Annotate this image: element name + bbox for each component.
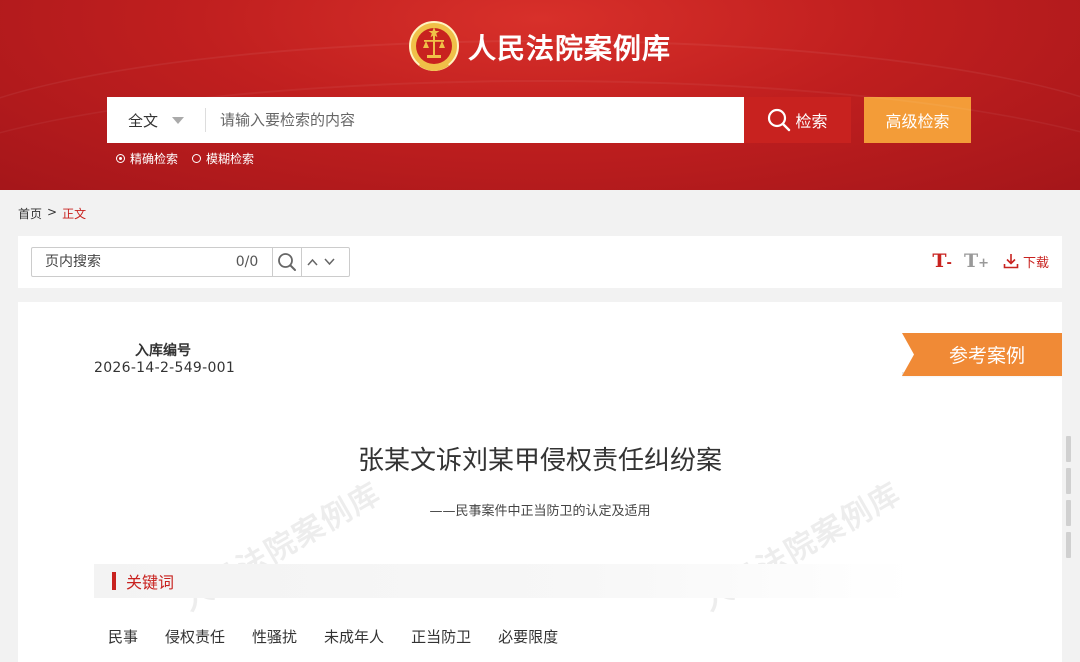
increase-font-button[interactable]: T+: [964, 250, 989, 272]
chevron-down-icon: [324, 258, 335, 266]
find-prev-button[interactable]: [304, 248, 321, 276]
minus-sign: -: [946, 256, 952, 271]
document-toolbar: 0/0 T- T+ 下载: [18, 236, 1062, 288]
entry-number-label: 入库编号: [135, 343, 191, 359]
caret-down-icon: [172, 116, 184, 124]
keyword-list: 民事 侵权责任 性骚扰 未成年人 正当防卫 必要限度: [108, 626, 585, 647]
scroll-marker[interactable]: [1066, 532, 1071, 558]
find-input[interactable]: [32, 254, 222, 270]
site-name: 人民法院案例库: [468, 32, 672, 65]
download-icon: [1003, 254, 1019, 269]
divider: [205, 108, 206, 132]
font-increase-icon: T: [963, 250, 979, 272]
radio-selected-icon: [116, 154, 125, 163]
mode-exact-label: 精确检索: [130, 152, 179, 166]
search-scope-select[interactable]: 全文: [107, 97, 205, 143]
chevron-up-icon: [307, 258, 318, 266]
case-title: 张某文诉刘某甲侵权责任纠纷案: [357, 446, 722, 476]
section-marker: [112, 572, 116, 590]
breadcrumb-home[interactable]: 首页: [18, 205, 42, 222]
site-header: 人民法院案例库 全文 检索 高级检索 精确检索 模糊检索: [0, 0, 1080, 190]
find-navigation: [302, 248, 338, 276]
keyword: 民事: [108, 628, 139, 646]
document-tools: T- T+ 下载: [920, 250, 1049, 272]
search-icon: [278, 253, 296, 271]
keywords-section-header: 关键词: [94, 564, 914, 598]
keyword: 性骚扰: [252, 628, 298, 646]
mode-exact-radio[interactable]: 精确检索: [116, 150, 178, 167]
case-type-badge: 参考案例: [902, 333, 1062, 376]
advanced-search-label: 高级检索: [885, 112, 950, 131]
scroll-marker[interactable]: [1066, 500, 1071, 526]
plus-sign: +: [978, 256, 989, 271]
search-input[interactable]: [206, 97, 744, 143]
find-in-page: 0/0: [31, 247, 350, 277]
search-button[interactable]: 检索: [744, 97, 851, 143]
radio-unselected-icon: [192, 154, 202, 163]
keyword: 必要限度: [498, 628, 559, 646]
breadcrumb-current: 正文: [62, 207, 87, 221]
search-mode-group: 精确检索 模糊检索: [116, 150, 268, 167]
find-count: 0/0: [235, 254, 259, 270]
section-scroll-markers[interactable]: [1066, 436, 1072, 564]
find-next-button[interactable]: [321, 248, 338, 276]
search-button-label: 检索: [795, 112, 828, 131]
keyword: 侵权责任: [165, 628, 226, 646]
download-label: 下载: [1022, 255, 1049, 271]
find-search-button[interactable]: [273, 248, 301, 276]
font-decrease-icon: T: [932, 250, 947, 272]
keyword: 正当防卫: [411, 628, 472, 646]
keywords-heading: 关键词: [126, 573, 175, 592]
document-content: 人民法院案例库 人民法院案例库 入库编号 2026-14-2-549-001 参…: [18, 302, 1062, 662]
case-subtitle: ——民事案件中正当防卫的认定及适用: [429, 504, 651, 519]
breadcrumb-separator: >: [47, 205, 58, 219]
search-scope-label: 全文: [127, 111, 158, 130]
mode-fuzzy-label: 模糊检索: [206, 152, 255, 166]
keyword: 未成年人: [324, 628, 385, 646]
decrease-font-button[interactable]: T-: [932, 250, 952, 272]
entry-number: 2026-14-2-549-001: [94, 360, 236, 376]
search-bar: 全文 检索: [107, 97, 851, 143]
site-logo[interactable]: 人民法院案例库: [408, 17, 674, 77]
breadcrumb: 首页 > 正文: [18, 205, 86, 222]
mode-fuzzy-radio[interactable]: 模糊检索: [192, 150, 254, 167]
download-button[interactable]: 下载: [1003, 252, 1049, 271]
court-emblem-icon: [408, 18, 460, 76]
search-icon: [768, 108, 791, 132]
advanced-search-button[interactable]: 高级检索: [864, 97, 971, 143]
scroll-marker[interactable]: [1066, 436, 1071, 462]
scroll-marker[interactable]: [1066, 468, 1071, 494]
